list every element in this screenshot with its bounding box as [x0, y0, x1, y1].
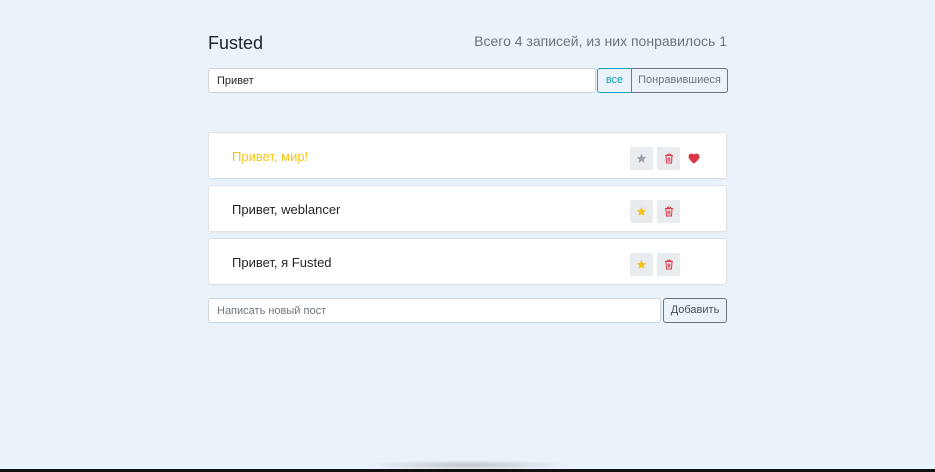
post-label[interactable]: Привет, мир! — [232, 133, 308, 180]
heart-icon — [686, 147, 702, 170]
post-actions — [630, 253, 684, 276]
search-panel: все Понравившиеся — [208, 68, 728, 93]
post-add-form: Добавить — [208, 298, 727, 323]
post-list: Привет, мир! Привет, weblancer Привет, я F… — [208, 132, 727, 291]
star-icon — [636, 206, 647, 217]
app-title: Fusted — [208, 33, 264, 53]
filter-liked-button[interactable]: Понравившиеся — [632, 68, 728, 93]
post-label[interactable]: Привет, я Fusted — [232, 239, 332, 286]
post-stats: Всего 4 записей, из них понравилось 1 — [474, 33, 727, 49]
important-button[interactable] — [630, 253, 653, 276]
post-actions — [630, 200, 684, 223]
important-button[interactable] — [630, 147, 653, 170]
star-icon — [636, 153, 647, 164]
add-post-button[interactable]: Добавить — [663, 298, 727, 323]
post-actions — [630, 147, 702, 170]
star-icon — [636, 259, 647, 270]
filter-all-button[interactable]: все — [597, 68, 632, 93]
app-header: Fusted Всего 4 записей, из них понравило… — [208, 32, 727, 56]
post-status-filter: все Понравившиеся — [597, 68, 728, 93]
delete-button[interactable] — [657, 200, 680, 223]
new-post-input[interactable] — [208, 298, 661, 323]
important-button[interactable] — [630, 200, 653, 223]
search-input[interactable] — [208, 68, 596, 93]
trash-icon — [664, 259, 674, 270]
post-label[interactable]: Привет, weblancer — [232, 186, 340, 233]
post-list-item: Привет, мир! — [208, 132, 727, 179]
delete-button[interactable] — [657, 147, 680, 170]
trash-icon — [664, 153, 674, 164]
trash-icon — [664, 206, 674, 217]
delete-button[interactable] — [657, 253, 680, 276]
post-list-item: Привет, weblancer — [208, 185, 727, 232]
post-list-item: Привет, я Fusted — [208, 238, 727, 285]
